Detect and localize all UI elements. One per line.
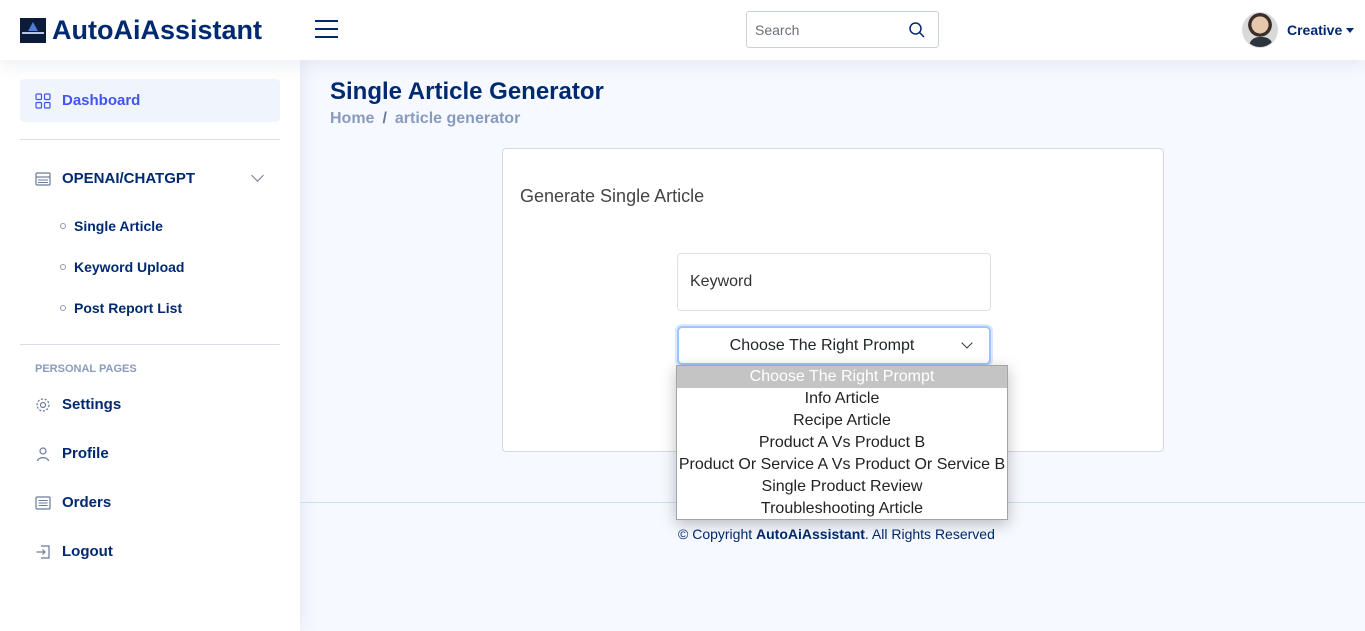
avatar bbox=[1242, 12, 1278, 48]
copyright-prefix: © Copyright bbox=[678, 526, 757, 542]
prompt-select[interactable]: Choose The Right Prompt bbox=[677, 326, 991, 365]
card-title: Generate Single Article bbox=[520, 186, 705, 206]
chevron-down-icon bbox=[961, 337, 973, 349]
sidebar-item-profile[interactable]: Profile bbox=[20, 432, 280, 475]
sidebar-item-label: Profile bbox=[62, 445, 109, 462]
page-title: Single Article Generator bbox=[330, 78, 604, 105]
brand-name: AutoAiAssistant bbox=[52, 15, 263, 45]
sidebar-item-logout[interactable]: Logout bbox=[20, 530, 280, 573]
user-name: Creative bbox=[1287, 22, 1343, 38]
nav-heading: PERSONAL PAGES bbox=[35, 363, 137, 375]
sidebar-subitem-single-article[interactable]: Single Article bbox=[60, 218, 163, 234]
list-icon bbox=[35, 495, 51, 510]
prompt-select-value: Choose The Right Prompt bbox=[729, 336, 915, 354]
sidebar-item-label: OPENAI/CHATGPT bbox=[62, 170, 196, 187]
search-icon[interactable] bbox=[908, 21, 926, 39]
breadcrumb-home[interactable]: Home bbox=[330, 110, 374, 128]
prompt-dropdown-list: Choose The Right Prompt Info Article Rec… bbox=[676, 365, 1008, 520]
sidebar-item-label: Orders bbox=[62, 494, 112, 511]
circle-icon bbox=[60, 305, 66, 311]
sidebar-item-orders[interactable]: Orders bbox=[20, 481, 280, 524]
dropdown-option[interactable]: Info Article bbox=[677, 388, 1007, 410]
caret-down-icon bbox=[1346, 27, 1355, 33]
dropdown-option[interactable]: Recipe Article bbox=[677, 410, 1007, 432]
copyright-brand: AutoAiAssistant bbox=[756, 526, 865, 542]
chevron-down-icon bbox=[251, 169, 264, 182]
sidebar-subitem-label: Single Article bbox=[74, 218, 163, 234]
search-input[interactable] bbox=[747, 12, 897, 47]
sidebar-item-settings[interactable]: Settings bbox=[20, 383, 280, 426]
circle-icon bbox=[60, 264, 66, 270]
sidebar-item-label: Logout bbox=[62, 543, 113, 560]
hamburger-menu-icon[interactable] bbox=[315, 20, 338, 40]
breadcrumb-current: article generator bbox=[394, 110, 521, 127]
sidebar-item-label: Dashboard bbox=[62, 92, 141, 109]
breadcrumb: Home / article generator bbox=[330, 110, 520, 128]
divider bbox=[20, 344, 280, 345]
dropdown-option[interactable]: Choose The Right Prompt bbox=[677, 366, 1007, 388]
dropdown-option[interactable]: Single Product Review bbox=[677, 476, 1007, 498]
logout-icon bbox=[36, 544, 50, 559]
layout-icon bbox=[35, 171, 51, 186]
gear-icon bbox=[36, 397, 50, 412]
divider bbox=[20, 139, 280, 140]
dropdown-option[interactable]: Troubleshooting Article bbox=[677, 498, 1007, 520]
keyword-input[interactable] bbox=[677, 253, 991, 311]
copyright-suffix: . All Rights Reserved bbox=[864, 526, 995, 542]
header: AutoAiAssistant Creative bbox=[0, 0, 1365, 60]
sidebar-subitem-label: Keyword Upload bbox=[74, 259, 185, 275]
dropdown-option[interactable]: Product Or Service A Vs Product Or Servi… bbox=[677, 454, 1007, 476]
profile-dropdown[interactable]: Creative bbox=[1242, 12, 1355, 48]
dropdown-option[interactable]: Product A Vs Product B bbox=[677, 432, 1007, 454]
search-bar bbox=[746, 11, 939, 48]
sidebar-subitem-label: Post Report List bbox=[74, 300, 183, 316]
logo-icon bbox=[20, 17, 46, 43]
brand-logo[interactable]: AutoAiAssistant bbox=[20, 15, 263, 45]
person-icon bbox=[36, 446, 50, 461]
sidebar: Dashboard OPENAI/CHATGPT Single Article … bbox=[0, 60, 300, 631]
sidebar-item-dashboard[interactable]: Dashboard bbox=[20, 79, 280, 122]
breadcrumb-separator: / bbox=[382, 110, 387, 127]
sidebar-item-openai[interactable]: OPENAI/CHATGPT bbox=[20, 157, 280, 200]
sidebar-subitem-keyword-upload[interactable]: Keyword Upload bbox=[60, 259, 184, 275]
grid-icon bbox=[35, 92, 51, 109]
circle-icon bbox=[60, 223, 66, 229]
copyright-text: © Copyright AutoAiAssistant. All Rights … bbox=[678, 526, 995, 542]
sidebar-item-label: Settings bbox=[62, 396, 122, 413]
sidebar-subitem-post-report-list[interactable]: Post Report List bbox=[60, 300, 182, 316]
